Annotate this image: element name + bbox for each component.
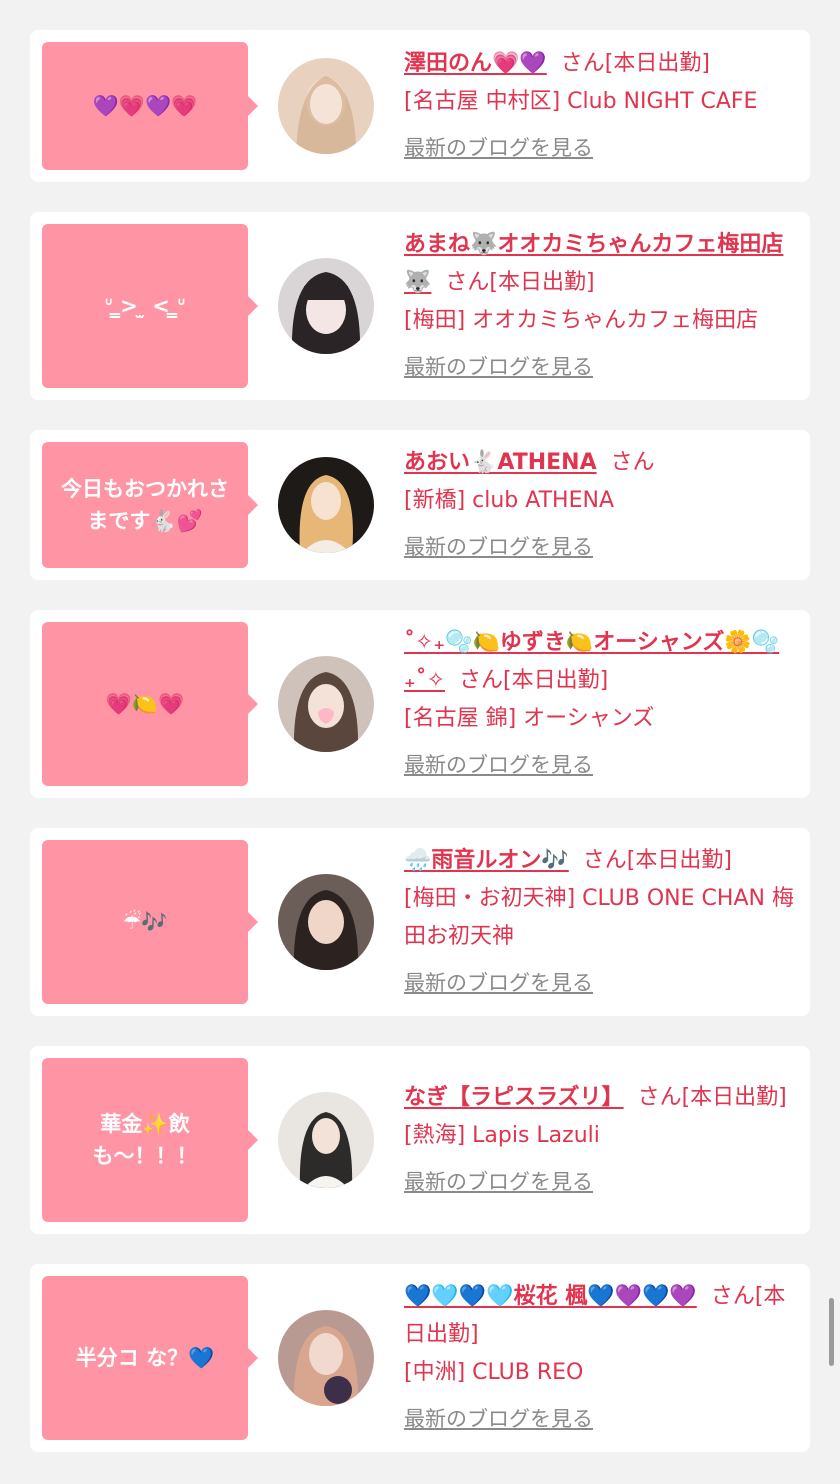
message-bubble: 半分コ な？💙 (42, 1276, 258, 1440)
avatar[interactable] (278, 656, 374, 752)
cast-name-link[interactable]: なぎ【ラピスラズリ】 (404, 1085, 624, 1110)
latest-blog-link[interactable]: 最新のブログを見る (404, 1400, 798, 1438)
message-bubble: ☔🎶 (42, 840, 258, 1004)
cast-info: あまね🐺オオカミちゃんカフェ梅田店🐺 さん[本日出勤] [梅田] オオカミちゃんカ… (404, 226, 798, 386)
avatar[interactable] (278, 258, 374, 354)
latest-blog-link[interactable]: 最新のブログを見る (404, 1163, 798, 1201)
shop-info: [名古屋 錦] オーシャンズ (404, 706, 655, 731)
latest-blog-link[interactable]: 最新のブログを見る (404, 129, 798, 167)
cast-name-link[interactable]: あおい🐇ATHENA (404, 450, 597, 475)
shop-info: [熱海] Lapis Lazuli (404, 1123, 600, 1148)
shop-info: [中洲] CLUB REO (404, 1360, 584, 1385)
name-row: なぎ【ラピスラズリ】 さん[本日出勤] (404, 1079, 798, 1117)
name-row: 💙🩵💙🩵桜花 楓💙💜💙💜 さん[本日出勤] (404, 1278, 798, 1354)
cast-info: 💙🩵💙🩵桜花 楓💙💜💙💜 さん[本日出勤] [中洲] CLUB REO 最新のブロ… (404, 1278, 798, 1438)
message-bubble: ᐡ ̳> ̫ < ̳ᐡ (42, 224, 258, 388)
cast-card: 半分コ な？💙 💙🩵💙🩵桜花 楓💙💜💙💜 さん[本日出勤] [中洲] CLUB R… (30, 1264, 810, 1452)
message-bubble: 今日もおつかれさ まです🐇💕 (42, 442, 258, 568)
shop-info: [新橋] club ATHENA (404, 488, 614, 513)
cast-name-link[interactable]: 🌧️雨音ルオン🎶 (404, 848, 569, 873)
cast-info: ˚✧₊🫧🍋ゆずき🍋オーシャンズ🌼🫧₊˚✧ さん[本日出勤] [名古屋 錦] オーシ… (404, 624, 798, 784)
cast-name-link[interactable]: 💙🩵💙🩵桜花 楓💙💜💙💜 (404, 1284, 697, 1309)
name-row: あおい🐇ATHENA さん (404, 444, 798, 482)
cast-info: なぎ【ラピスラズリ】 さん[本日出勤] [熱海] Lapis Lazuli 最新の… (404, 1079, 798, 1201)
cast-card: ᐡ ̳> ̫ < ̳ᐡ あまね🐺オオカミちゃんカフェ梅田店🐺 さん[本日出勤] [… (30, 212, 810, 400)
cast-card: 💗🍋💗 ˚✧₊🫧🍋ゆずき🍋オーシャンズ🌼🫧₊˚✧ さん[本日出勤] [名古屋 錦]… (30, 610, 810, 798)
latest-blog-link[interactable]: 最新のブログを見る (404, 528, 798, 566)
cast-card: 💜💗💜💗 澤田のん💗💜 さん[本日出勤] [名古屋 中村区] Club NIGHT… (30, 30, 810, 182)
cast-status: さん[本日出勤] (582, 848, 732, 873)
message-bubble: 華金✨飲 も〜！！！ (42, 1058, 258, 1222)
cast-status: さん (610, 450, 655, 475)
cast-card: 華金✨飲 も〜！！！ なぎ【ラピスラズリ】 さん[本日出勤] [熱海] Lapis… (30, 1046, 810, 1234)
name-row: ˚✧₊🫧🍋ゆずき🍋オーシャンズ🌼🫧₊˚✧ さん[本日出勤] (404, 624, 798, 700)
scrollbar[interactable] (829, 1298, 834, 1366)
latest-blog-link[interactable]: 最新のブログを見る (404, 964, 798, 1002)
cast-card: ☔🎶 🌧️雨音ルオン🎶 さん[本日出勤] [梅田・お初天神] CLUB ONE C… (30, 828, 810, 1016)
avatar[interactable] (278, 1092, 374, 1188)
cast-status: さん[本日出勤] (637, 1085, 787, 1110)
shop-info: [梅田] オオカミちゃんカフェ梅田店 (404, 308, 759, 333)
avatar[interactable] (278, 1310, 374, 1406)
avatar[interactable] (278, 58, 374, 154)
message-bubble: 💗🍋💗 (42, 622, 258, 786)
avatar[interactable] (278, 874, 374, 970)
cast-name-link[interactable]: 澤田のん💗💜 (404, 51, 547, 76)
cast-status: さん[本日出勤] (445, 270, 595, 295)
shop-info: [梅田・お初天神] CLUB ONE CHAN 梅田お初天神 (404, 886, 794, 949)
latest-blog-link[interactable]: 最新のブログを見る (404, 348, 798, 386)
cast-info: 🌧️雨音ルオン🎶 さん[本日出勤] [梅田・お初天神] CLUB ONE CHAN… (404, 842, 798, 1002)
cast-status: さん[本日出勤] (459, 668, 609, 693)
cast-info: 澤田のん💗💜 さん[本日出勤] [名古屋 中村区] Club NIGHT CAFE… (404, 45, 798, 167)
name-row: 澤田のん💗💜 さん[本日出勤] (404, 45, 798, 83)
cast-info: あおい🐇ATHENA さん [新橋] club ATHENA 最新のブログを見る (404, 444, 798, 566)
message-bubble: 💜💗💜💗 (42, 42, 258, 170)
cast-blog-list: 💜💗💜💗 澤田のん💗💜 さん[本日出勤] [名古屋 中村区] Club NIGHT… (30, 30, 810, 1482)
cast-status: さん[本日出勤] (560, 51, 710, 76)
shop-info: [名古屋 中村区] Club NIGHT CAFE (404, 89, 758, 114)
latest-blog-link[interactable]: 最新のブログを見る (404, 746, 798, 784)
name-row: あまね🐺オオカミちゃんカフェ梅田店🐺 さん[本日出勤] (404, 226, 798, 302)
avatar[interactable] (278, 457, 374, 553)
name-row: 🌧️雨音ルオン🎶 さん[本日出勤] (404, 842, 798, 880)
cast-card: 今日もおつかれさ まです🐇💕 あおい🐇ATHENA さん [新橋] club AT… (30, 430, 810, 580)
